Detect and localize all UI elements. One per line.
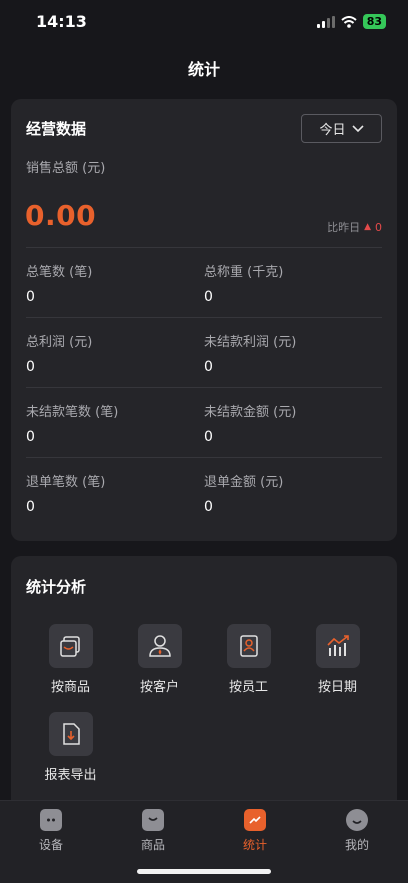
employee-icon [226,624,271,668]
tab-label: 商品 [140,838,165,852]
profile-icon [346,809,368,831]
metric-cell: 总利润 (元) 0 [26,318,204,387]
metric-label: 未结款金额 (元) [204,405,297,420]
analysis-title: 统计分析 [26,578,87,596]
metric-cell: 总称重 (千克) 0 [204,248,382,317]
status-time: 14:13 [36,12,87,31]
period-dropdown[interactable]: 今日 [301,114,382,143]
tab-statistics[interactable]: 统计 [204,809,306,853]
sales-total-label: 销售总额 (元) [26,161,106,176]
compare-label: 比昨日 [327,221,361,234]
report-export-icon [48,712,93,756]
products-icon [48,624,93,668]
period-value: 今日 [319,123,346,138]
metric-value: 0 [204,429,213,445]
analysis-by-employee[interactable]: 按员工 [204,624,293,695]
metrics-row: 总利润 (元) 0 未结款利润 (元) 0 [26,317,382,387]
tab-label: 设备 [38,838,63,852]
arrow-up-icon: ▲ [364,222,371,232]
tab-device[interactable]: 设备 [0,809,102,853]
battery-indicator: 83 [362,14,386,29]
metric-cell: 未结款金额 (元) 0 [204,388,382,457]
metric-label: 总称重 (千克) [204,265,284,280]
compare-yesterday: 比昨日 ▲ 0 [327,219,382,235]
status-bar: 14:13 83 [0,0,408,44]
business-data-title: 经营数据 [26,120,87,138]
metric-value: 0 [204,289,213,305]
metrics-grid: 总笔数 (笔) 0 总称重 (千克) 0 总利润 (元) 0 未结款利润 (元)… [26,247,382,527]
metric-value: 0 [26,359,35,375]
metric-label: 总利润 (元) [26,335,93,350]
metrics-row: 退单笔数 (笔) 0 退单金额 (元) 0 [26,457,382,527]
metric-cell: 总笔数 (笔) 0 [26,248,204,317]
analysis-report-export[interactable]: 报表导出 [26,712,115,783]
metric-cell: 退单笔数 (笔) 0 [26,458,204,527]
metric-label: 退单金额 (元) [204,475,284,490]
page-title: 统计 [187,60,220,79]
chevron-down-icon [351,124,364,132]
status-icons: 83 [316,14,386,29]
metric-cell: 未结款利润 (元) 0 [204,318,382,387]
analysis-label: 按商品 [50,680,90,695]
metric-value: 0 [204,499,213,515]
tab-profile[interactable]: 我的 [306,809,408,853]
tab-label: 我的 [344,838,369,852]
date-chart-icon [315,624,360,668]
statistics-icon [244,809,266,831]
analysis-label: 按员工 [228,680,268,695]
metrics-row: 未结款笔数 (笔) 0 未结款金额 (元) 0 [26,387,382,457]
metric-value: 0 [26,499,35,515]
analysis-by-date[interactable]: 按日期 [293,624,382,695]
analysis-label: 按客户 [139,680,179,695]
compare-value: 0 [375,220,382,234]
analysis-by-product[interactable]: 按商品 [26,624,115,695]
metric-label: 未结款笔数 (笔) [26,405,119,420]
home-indicator[interactable] [137,869,271,874]
metric-cell: 退单金额 (元) 0 [204,458,382,527]
analysis-label: 按日期 [317,680,357,695]
signal-icon [316,15,335,28]
metric-label: 总笔数 (笔) [26,265,93,280]
sales-total-value: 0.00 [25,199,97,232]
customer-icon [137,624,182,668]
metric-value: 0 [204,359,213,375]
metric-cell: 未结款笔数 (笔) 0 [26,388,204,457]
analysis-label: 报表导出 [44,768,97,783]
wifi-icon [341,15,357,28]
metric-value: 0 [26,429,35,445]
metric-value: 0 [26,289,35,305]
device-icon [40,809,62,831]
metric-label: 退单笔数 (笔) [26,475,106,490]
metrics-row: 总笔数 (笔) 0 总称重 (千克) 0 [26,247,382,317]
tab-label: 统计 [242,838,267,852]
analysis-by-customer[interactable]: 按客户 [115,624,204,695]
statistics-analysis-card: 统计分析 按商品 按客户 按员工 按日期 报表导出 [11,556,397,801]
business-data-card: 经营数据 今日 销售总额 (元) 0.00 比昨日 ▲ 0 总笔数 (笔) 0 … [11,99,397,541]
metric-label: 未结款利润 (元) [204,335,297,350]
goods-bag-icon [142,809,164,831]
tab-goods[interactable]: 商品 [102,809,204,853]
